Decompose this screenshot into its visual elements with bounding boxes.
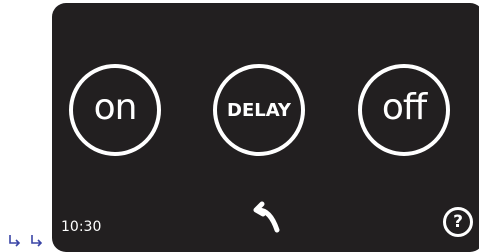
off-button-label: off	[381, 87, 427, 128]
control-panel: on DELAY off 10:30 ?	[52, 3, 479, 252]
back-button[interactable]	[246, 196, 286, 238]
return-arrow-icons	[9, 235, 43, 247]
delay-button[interactable]: DELAY	[213, 64, 305, 156]
off-button[interactable]: off	[358, 64, 450, 156]
on-button-label: on	[93, 87, 138, 128]
on-button[interactable]: on	[69, 64, 161, 156]
clock-time: 10:30	[61, 219, 102, 235]
question-mark-icon: ?	[453, 211, 463, 232]
undo-arrow-icon	[253, 201, 280, 233]
help-button[interactable]: ?	[443, 207, 473, 237]
delay-button-label: DELAY	[227, 99, 291, 121]
stage: on DELAY off 10:30 ?	[0, 0, 479, 252]
